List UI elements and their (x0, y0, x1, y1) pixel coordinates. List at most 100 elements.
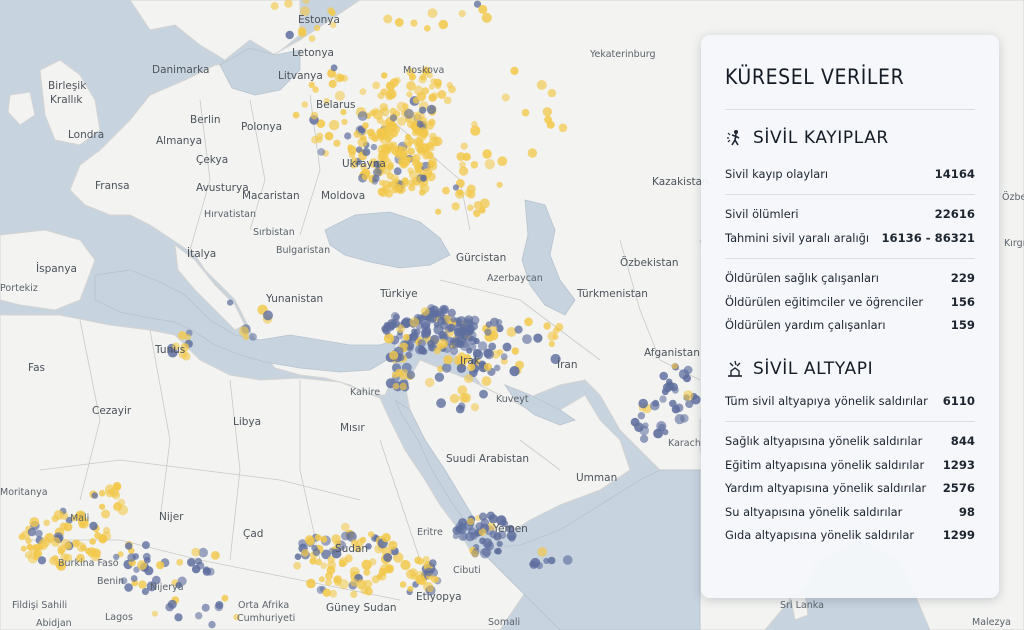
civilian-incident-point[interactable] (458, 10, 466, 18)
civilian-incident-point[interactable] (407, 147, 415, 156)
infrastructure-incident-point[interactable] (455, 526, 462, 533)
civilian-incident-point[interactable] (33, 550, 41, 558)
civilian-incident-point[interactable] (98, 534, 107, 543)
infrastructure-incident-point[interactable] (371, 178, 378, 185)
infrastructure-incident-point[interactable] (406, 370, 416, 380)
infrastructure-incident-point[interactable] (509, 366, 520, 377)
infrastructure-incident-point[interactable] (486, 511, 495, 520)
infrastructure-incident-point[interactable] (479, 389, 488, 399)
civilian-incident-point[interactable] (481, 12, 492, 23)
civilian-incident-point[interactable] (357, 137, 368, 148)
civilian-incident-point[interactable] (40, 536, 51, 548)
civilian-incident-point[interactable] (104, 484, 116, 495)
infrastructure-incident-point[interactable] (344, 132, 352, 140)
civilian-incident-point[interactable] (552, 333, 559, 340)
civilian-incident-point[interactable] (471, 550, 479, 558)
civilian-incident-point[interactable] (428, 93, 437, 102)
civilian-incident-point[interactable] (671, 363, 678, 370)
civilian-incident-point[interactable] (298, 26, 307, 35)
civilian-incident-point[interactable] (333, 139, 341, 147)
civilian-incident-point[interactable] (89, 538, 96, 545)
civilian-incident-point[interactable] (292, 111, 300, 119)
civilian-incident-point[interactable] (306, 578, 316, 589)
civilian-incident-point[interactable] (385, 91, 394, 101)
civilian-incident-point[interactable] (301, 101, 309, 108)
infrastructure-incident-point[interactable] (124, 583, 133, 592)
civilian-incident-point[interactable] (478, 4, 488, 14)
infrastructure-incident-point[interactable] (533, 333, 543, 343)
civilian-incident-point[interactable] (301, 549, 309, 557)
infrastructure-incident-point[interactable] (191, 565, 201, 574)
infrastructure-incident-point[interactable] (479, 512, 488, 521)
infrastructure-incident-point[interactable] (683, 374, 691, 383)
infrastructure-incident-point[interactable] (496, 540, 503, 548)
civilian-incident-point[interactable] (98, 489, 106, 497)
civilian-incident-point[interactable] (151, 610, 158, 617)
civilian-incident-point[interactable] (382, 180, 391, 189)
infrastructure-incident-point[interactable] (294, 553, 302, 560)
civilian-incident-point[interactable] (293, 561, 302, 570)
infrastructure-incident-point[interactable] (482, 538, 493, 549)
infrastructure-incident-point[interactable] (370, 143, 378, 151)
civilian-incident-point[interactable] (60, 539, 71, 549)
civilian-incident-point[interactable] (372, 81, 381, 90)
civilian-incident-point[interactable] (80, 544, 87, 551)
civilian-incident-point[interactable] (552, 327, 560, 334)
infrastructure-incident-point[interactable] (562, 555, 573, 565)
infrastructure-incident-point[interactable] (420, 174, 427, 182)
civilian-incident-point[interactable] (191, 547, 201, 557)
infrastructure-incident-point[interactable] (426, 104, 437, 115)
civilian-incident-point[interactable] (350, 590, 358, 599)
civilian-incident-point[interactable] (428, 83, 435, 90)
infrastructure-incident-point[interactable] (404, 108, 414, 119)
civilian-incident-point[interactable] (372, 109, 383, 120)
infrastructure-incident-point[interactable] (483, 349, 495, 360)
civilian-incident-point[interactable] (417, 127, 428, 137)
infrastructure-incident-point[interactable] (391, 319, 400, 328)
civilian-incident-point[interactable] (427, 151, 434, 159)
civilian-incident-point[interactable] (410, 155, 418, 163)
civilian-incident-point[interactable] (138, 580, 147, 589)
infrastructure-incident-point[interactable] (663, 383, 673, 393)
civilian-incident-point[interactable] (362, 122, 369, 129)
civilian-incident-point[interactable] (24, 551, 32, 559)
civilian-incident-point[interactable] (211, 551, 220, 560)
infrastructure-incident-point[interactable] (659, 371, 668, 381)
civilian-incident-point[interactable] (424, 25, 431, 32)
infrastructure-incident-point[interactable] (312, 548, 321, 556)
infrastructure-incident-point[interactable] (194, 557, 202, 565)
infrastructure-incident-point[interactable] (659, 395, 667, 403)
civilian-incident-point[interactable] (361, 173, 369, 181)
civilian-incident-point[interactable] (443, 355, 453, 365)
infrastructure-incident-point[interactable] (427, 314, 437, 324)
infrastructure-incident-point[interactable] (650, 400, 660, 411)
civilian-incident-point[interactable] (427, 8, 438, 18)
civilian-incident-point[interactable] (683, 390, 694, 401)
infrastructure-incident-point[interactable] (447, 323, 456, 332)
civilian-incident-point[interactable] (381, 120, 392, 130)
infrastructure-incident-point[interactable] (455, 404, 465, 414)
infrastructure-incident-point[interactable] (439, 304, 449, 315)
civilian-incident-point[interactable] (409, 317, 420, 328)
infrastructure-incident-point[interactable] (174, 613, 183, 622)
civilian-incident-point[interactable] (91, 548, 101, 558)
infrastructure-incident-point[interactable] (141, 541, 150, 550)
infrastructure-incident-point[interactable] (187, 558, 196, 567)
civilian-incident-point[interactable] (449, 393, 460, 404)
infrastructure-incident-point[interactable] (490, 317, 499, 327)
infrastructure-incident-point[interactable] (362, 148, 371, 156)
infrastructure-incident-point[interactable] (249, 333, 257, 341)
civilian-incident-point[interactable] (543, 322, 551, 330)
civilian-incident-point[interactable] (467, 190, 476, 199)
civilian-incident-point[interactable] (443, 96, 452, 105)
civilian-incident-point[interactable] (524, 317, 533, 327)
civilian-incident-point[interactable] (29, 517, 40, 528)
civilian-incident-point[interactable] (322, 588, 331, 597)
infrastructure-incident-point[interactable] (382, 326, 391, 335)
civilian-incident-point[interactable] (73, 539, 81, 547)
civilian-incident-point[interactable] (455, 189, 465, 199)
civilian-incident-point[interactable] (314, 534, 322, 541)
infrastructure-incident-point[interactable] (468, 336, 477, 345)
civilian-incident-point[interactable] (113, 502, 122, 512)
infrastructure-incident-point[interactable] (465, 531, 475, 542)
